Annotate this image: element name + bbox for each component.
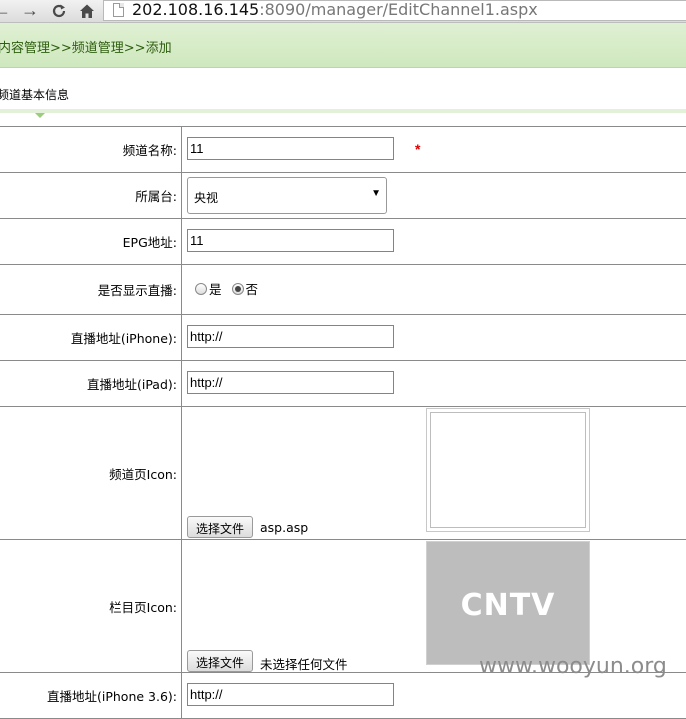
channel-form: 频道名称: * 所属台: 央视 ▼ EPG地址: 是否显示直播: 是否 直播地址…: [0, 126, 686, 719]
reload-icon[interactable]: [48, 0, 70, 22]
epg-input[interactable]: [187, 229, 394, 252]
station-cell: 央视 ▼: [182, 173, 686, 219]
watermark: www.wooyun.org: [479, 654, 667, 679]
channel-name-cell: *: [182, 127, 686, 173]
station-selected-value: 央视: [194, 189, 218, 206]
station-select[interactable]: 央视 ▼: [187, 177, 387, 214]
breadcrumb-bar: 内容管理>>频道管理>>添加: [0, 23, 686, 68]
row-live-iphone36: 直播地址(iPhone 3.6):: [0, 673, 686, 719]
live-iphone-label: 直播地址(iPhone):: [0, 315, 182, 361]
browser-toolbar: ← → 202.108.16.145:8090/manager/EditChan…: [0, 0, 686, 23]
section-title: 频道基本信息: [0, 86, 69, 103]
column-icon-choose-file-button[interactable]: 选择文件: [187, 650, 253, 672]
channel-icon-preview: [426, 408, 590, 532]
row-live-iphone: 直播地址(iPhone):: [0, 315, 686, 361]
channel-name-label: 频道名称:: [0, 127, 182, 173]
forward-arrow-icon[interactable]: →: [19, 0, 41, 22]
show-live-radio-group: 是否: [195, 279, 268, 298]
required-mark: *: [415, 141, 420, 157]
home-icon[interactable]: [76, 0, 98, 22]
epg-cell: [182, 219, 686, 265]
column-icon-file-name: 未选择任何文件: [260, 654, 348, 673]
channel-icon-file-name: asp.asp: [260, 520, 308, 535]
page-icon: [113, 3, 124, 17]
section-arrow-icon: [35, 113, 45, 118]
cntv-logo: CNTV: [427, 588, 589, 623]
row-column-icon: 栏目页Icon: CNTV 选择文件 未选择任何文件: [0, 540, 686, 673]
section-divider: [0, 109, 686, 113]
live-iphone36-input[interactable]: [187, 683, 394, 706]
live-iphone-input[interactable]: [187, 325, 394, 348]
row-channel-icon: 频道页Icon: 选择文件 asp.asp: [0, 407, 686, 540]
column-icon-preview: CNTV: [426, 541, 590, 665]
live-ipad-label: 直播地址(iPad):: [0, 361, 182, 407]
row-show-live: 是否显示直播: 是否: [0, 265, 686, 315]
dropdown-arrow-icon: ▼: [371, 188, 381, 199]
show-live-label: 是否显示直播:: [0, 265, 182, 315]
radio-no[interactable]: [232, 283, 244, 295]
url-text[interactable]: 202.108.16.145:8090/manager/EditChannel1…: [132, 0, 538, 19]
live-iphone36-cell: [182, 673, 686, 719]
radio-yes-label: 是: [209, 282, 222, 297]
row-channel-name: 频道名称: *: [0, 127, 686, 173]
url-host: 202.108.16.145: [132, 0, 259, 19]
back-arrow-icon[interactable]: ←: [0, 0, 13, 22]
live-iphone-cell: [182, 315, 686, 361]
live-iphone36-label: 直播地址(iPhone 3.6):: [0, 673, 182, 719]
column-icon-label: 栏目页Icon:: [0, 540, 182, 673]
channel-icon-label: 频道页Icon:: [0, 407, 182, 540]
channel-icon-cell: 选择文件 asp.asp: [182, 407, 686, 540]
channel-name-input[interactable]: [187, 137, 394, 160]
station-label: 所属台:: [0, 173, 182, 219]
live-ipad-cell: [182, 361, 686, 407]
row-live-ipad: 直播地址(iPad):: [0, 361, 686, 407]
live-ipad-input[interactable]: [187, 371, 394, 394]
radio-yes[interactable]: [195, 283, 207, 295]
row-epg: EPG地址:: [0, 219, 686, 265]
radio-no-label: 否: [246, 282, 259, 297]
breadcrumb: 内容管理>>频道管理>>添加: [0, 37, 172, 56]
show-live-cell: 是否: [182, 265, 686, 315]
channel-icon-choose-file-button[interactable]: 选择文件: [187, 516, 253, 538]
url-path: :8090/manager/EditChannel1.aspx: [259, 0, 538, 19]
epg-label: EPG地址:: [0, 219, 182, 265]
column-icon-cell: CNTV 选择文件 未选择任何文件: [182, 540, 686, 673]
row-station: 所属台: 央视 ▼: [0, 173, 686, 219]
address-bar[interactable]: 202.108.16.145:8090/manager/EditChannel1…: [103, 0, 686, 21]
